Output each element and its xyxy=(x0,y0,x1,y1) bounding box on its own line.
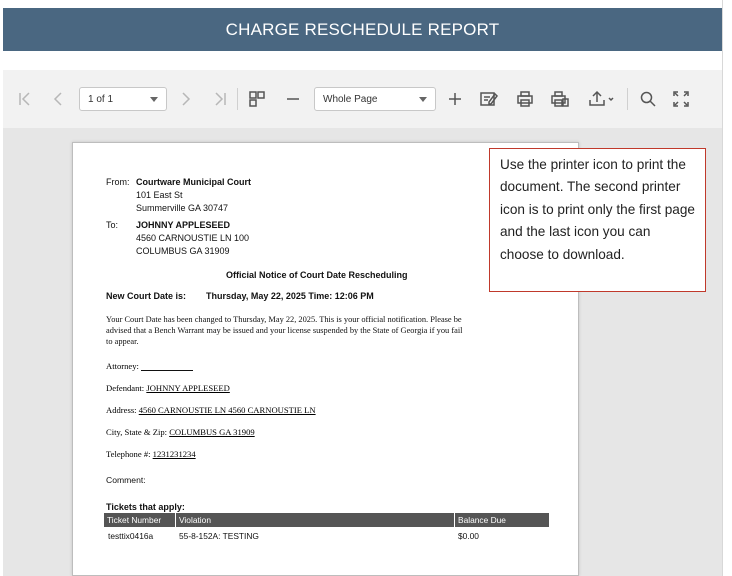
zoom-mode-select[interactable]: Whole Page xyxy=(314,87,436,111)
previous-page-icon[interactable] xyxy=(48,86,68,112)
help-callout: Use the printer icon to print the docume… xyxy=(489,148,706,292)
column-header-ticket-number: Ticket Number xyxy=(107,515,162,525)
cell-ticket-number: testtix0416a xyxy=(108,531,154,541)
address-label: Address: xyxy=(106,405,137,415)
notice-paragraph: Your Court Date has been changed to Thur… xyxy=(106,314,538,347)
new-date-value: Thursday, May 22, 2025 Time: 12:06 PM xyxy=(206,291,374,301)
court-street: 101 East St xyxy=(136,190,183,200)
export-icon[interactable] xyxy=(584,86,620,112)
cell-balance-due: $0.00 xyxy=(458,531,479,541)
zoom-mode-value: Whole Page xyxy=(323,93,378,105)
notice-paragraph-line: to appear. xyxy=(106,337,139,346)
report-title-bar: CHARGE RESCHEDULE REPORT xyxy=(3,8,722,51)
column-header-violation: Violation xyxy=(179,515,211,525)
window-edge xyxy=(722,0,732,576)
defendant-label: Defendant: xyxy=(106,383,145,393)
print-icon[interactable] xyxy=(513,86,537,112)
chevron-down-icon xyxy=(150,97,158,102)
chevron-down-icon xyxy=(419,97,427,102)
page-indicator: 1 of 1 xyxy=(88,93,114,105)
next-page-icon[interactable] xyxy=(176,86,196,112)
city-value: COLUMBUS GA 31909 xyxy=(169,427,255,437)
zoom-in-icon[interactable] xyxy=(444,86,466,112)
full-screen-icon[interactable] xyxy=(670,86,692,112)
defendant-value: JOHNNY APPLESEED xyxy=(146,383,230,393)
address-value: 4560 CARNOUSTIE LN 4560 CARNOUSTIE LN xyxy=(138,405,316,415)
notice-paragraph-line: Your Court Date has been changed to Thur… xyxy=(106,315,462,324)
attorney-label: Attorney: xyxy=(106,361,139,371)
new-date-label: New Court Date is: xyxy=(106,291,187,301)
callout-text: Use the printer icon to print the docume… xyxy=(500,157,695,262)
tickets-title: Tickets that apply: xyxy=(106,502,185,512)
telephone-value: 1231231234 xyxy=(152,449,196,459)
first-page-icon[interactable] xyxy=(15,86,35,112)
notice-paragraph-line: advised that a Bench Warrant may be issu… xyxy=(106,326,463,335)
recipient-name: JOHNNY APPLESEED xyxy=(136,220,231,230)
address-field: Address: 4560 CARNOUSTIE LN 4560 CARNOUS… xyxy=(106,405,316,415)
toolbar-divider xyxy=(237,88,238,110)
attorney-field: Attorney: xyxy=(106,361,194,371)
cell-violation: 55-8-152A: TESTING xyxy=(179,531,259,541)
comment-label: Comment: xyxy=(106,475,146,485)
city-field: City, State & Zip: COLUMBUS GA 31909 xyxy=(106,427,255,437)
sidebar-toggle-icon[interactable] xyxy=(246,86,268,112)
last-page-icon[interactable] xyxy=(210,86,230,112)
city-label: City, State & Zip: xyxy=(106,427,168,437)
to-label: To: xyxy=(106,220,119,230)
notice-title: Official Notice of Court Date Rescheduli… xyxy=(226,270,408,280)
search-icon[interactable] xyxy=(637,86,659,112)
court-city: Summerville GA 30747 xyxy=(136,203,229,213)
report-title: CHARGE RESCHEDULE REPORT xyxy=(225,19,500,39)
zoom-out-icon[interactable] xyxy=(282,86,304,112)
court-name: Courtware Municipal Court xyxy=(136,177,252,187)
toolbar-divider xyxy=(627,88,628,110)
column-header-balance-due: Balance Due xyxy=(458,515,506,525)
tickets-table-header: Ticket Number Violation Balance Due xyxy=(104,513,549,527)
recipient-city: COLUMBUS GA 31909 xyxy=(136,246,230,256)
attorney-blank xyxy=(141,363,194,371)
telephone-label: Telephone #: xyxy=(106,449,151,459)
viewer-toolbar: 1 of 1 Whole Page xyxy=(3,70,722,128)
print-page-icon[interactable] xyxy=(548,86,572,112)
edit-icon[interactable] xyxy=(477,86,501,112)
telephone-field: Telephone #: 1231231234 xyxy=(106,449,196,459)
from-label: From: xyxy=(106,177,130,187)
recipient-street: 4560 CARNOUSTIE LN 100 xyxy=(136,233,250,243)
page-selector[interactable]: 1 of 1 xyxy=(79,87,167,111)
defendant-field: Defendant: JOHNNY APPLESEED xyxy=(106,383,230,393)
